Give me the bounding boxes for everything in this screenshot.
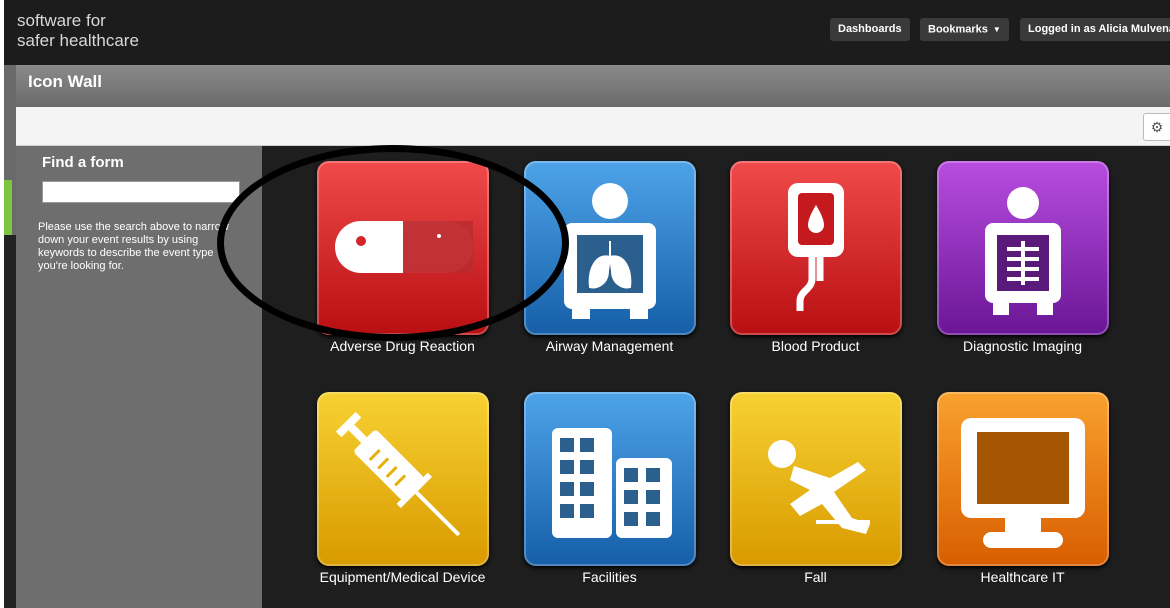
tile-label: Healthcare IT [980, 569, 1065, 585]
chevron-down-icon: ▼ [992, 25, 1001, 34]
tile-label: Equipment/Medical Device [319, 569, 486, 585]
find-form-heading: Find a form [42, 154, 124, 171]
search-help-text: Please use the search above to narrow do… [38, 221, 229, 272]
monitor-icon [937, 392, 1109, 566]
tile-label: Diagnostic Imaging [962, 338, 1083, 354]
xray-person-icon [937, 161, 1109, 335]
buildings-icon [524, 392, 696, 566]
side-status-tab[interactable] [4, 180, 12, 235]
panel-header: Icon Wall [16, 65, 1170, 107]
tile-facilities[interactable]: Facilities [507, 377, 712, 599]
tile-label: Airway Management [545, 338, 674, 354]
falling-person-icon [730, 392, 902, 566]
user-menu-button[interactable]: Logged in as Alicia Mulvena [1020, 18, 1170, 41]
tile-equipment-medical-device[interactable]: Equipment/Medical Device [300, 377, 505, 599]
app-window: software for safer healthcare Dashboards… [4, 0, 1170, 608]
bookmarks-button[interactable]: Bookmarks ▼ [920, 18, 1009, 41]
dashboards-label: Dashboards [838, 23, 902, 35]
panel-toolbar: ⚙ [16, 107, 1170, 146]
highlight-annotation-circle [217, 145, 569, 341]
gear-icon[interactable]: ⚙ [1143, 113, 1170, 141]
tile-fall[interactable]: Fall [713, 377, 918, 599]
tile-label: Blood Product [771, 338, 860, 354]
tile-label: Fall [804, 569, 827, 585]
tile-label: Facilities [582, 569, 637, 585]
bookmarks-label: Bookmarks [928, 23, 988, 36]
tile-diagnostic-imaging[interactable]: Diagnostic Imaging [920, 146, 1125, 368]
blood-bag-icon [730, 161, 902, 335]
syringe-icon [317, 392, 489, 566]
panel-title: Icon Wall [28, 72, 102, 91]
tile-blood-product[interactable]: Blood Product [713, 146, 918, 368]
tile-healthcare-it[interactable]: Healthcare IT [920, 377, 1125, 599]
user-label: Logged in as Alicia Mulvena [1028, 23, 1170, 35]
form-search-input[interactable] [42, 181, 240, 203]
dashboards-button[interactable]: Dashboards [830, 18, 910, 41]
brand-logo-text: software for safer healthcare [17, 11, 139, 50]
top-bar: software for safer healthcare Dashboards… [4, 0, 1170, 65]
